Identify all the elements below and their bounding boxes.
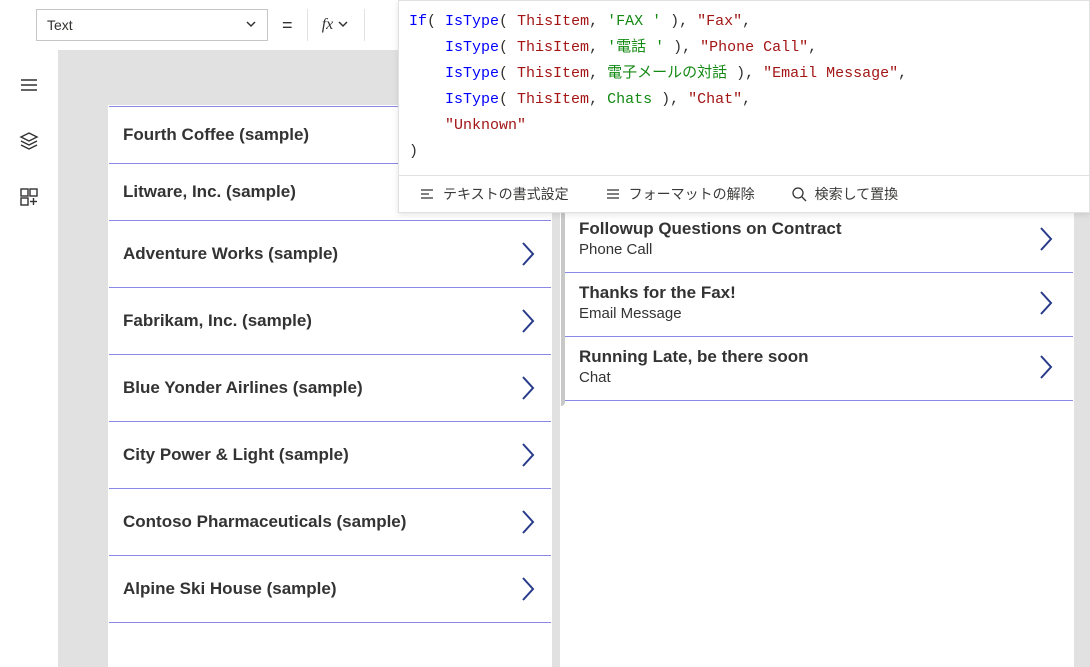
find-replace-label: 検索して置換 xyxy=(815,184,899,204)
chevron-right-icon[interactable] xyxy=(1037,224,1055,254)
components-icon[interactable] xyxy=(19,187,39,207)
chevron-right-icon[interactable] xyxy=(519,239,537,269)
chevron-down-icon xyxy=(337,17,349,33)
formula-editor[interactable]: If( IsType( ThisItem, 'FAX ' ), "Fax", I… xyxy=(399,1,1089,175)
activity-type-label: Phone Call xyxy=(579,241,842,258)
chevron-down-icon xyxy=(245,17,257,33)
list-item[interactable]: Alpine Ski House (sample) xyxy=(109,556,551,623)
chevron-right-icon[interactable] xyxy=(519,507,537,537)
list-item[interactable]: City Power & Light (sample) xyxy=(109,422,551,489)
list-item[interactable]: Blue Yonder Airlines (sample) xyxy=(109,355,551,422)
chevron-right-icon[interactable] xyxy=(519,373,537,403)
remove-format-button[interactable]: フォーマットの解除 xyxy=(605,184,755,204)
activity-type-label: Email Message xyxy=(579,305,736,322)
chevron-right-icon[interactable] xyxy=(519,306,537,336)
list-item[interactable]: Followup Questions on Contract Phone Call xyxy=(561,209,1073,273)
account-title: Litware, Inc. (sample) xyxy=(123,182,296,202)
activity-subject: Followup Questions on Contract xyxy=(579,219,842,239)
account-title: City Power & Light (sample) xyxy=(123,445,349,465)
account-title: Alpine Ski House (sample) xyxy=(123,579,337,599)
formula-toolbar: テキストの書式設定 フォーマットの解除 検索して置換 xyxy=(399,175,1089,212)
activity-subject: Thanks for the Fax! xyxy=(579,283,736,303)
formula-bar-panel: If( IsType( ThisItem, 'FAX ' ), "Fax", I… xyxy=(398,0,1090,213)
format-text-label: テキストの書式設定 xyxy=(443,184,569,204)
property-dropdown-value: Text xyxy=(47,17,73,33)
account-title: Fourth Coffee (sample) xyxy=(123,125,309,145)
remove-format-label: フォーマットの解除 xyxy=(629,184,755,204)
activity-subject: Running Late, be there soon xyxy=(579,347,809,367)
chevron-right-icon[interactable] xyxy=(519,574,537,604)
fx-button[interactable]: fx xyxy=(307,9,365,41)
format-text-button[interactable]: テキストの書式設定 xyxy=(419,184,569,204)
chevron-right-icon[interactable] xyxy=(519,440,537,470)
property-dropdown[interactable]: Text xyxy=(36,9,268,41)
equals-label: = xyxy=(282,15,293,36)
chevron-right-icon[interactable] xyxy=(1037,288,1055,318)
list-item[interactable]: Running Late, be there soon Chat xyxy=(561,337,1073,401)
format-text-icon xyxy=(419,186,435,202)
chevron-right-icon[interactable] xyxy=(1037,352,1055,382)
search-icon xyxy=(791,186,807,202)
fx-icon: fx xyxy=(322,16,334,34)
hamburger-icon[interactable] xyxy=(19,75,39,95)
remove-format-icon xyxy=(605,186,621,202)
side-rail xyxy=(0,50,58,667)
account-title: Adventure Works (sample) xyxy=(123,244,338,264)
find-replace-button[interactable]: 検索して置換 xyxy=(791,184,899,204)
account-title: Fabrikam, Inc. (sample) xyxy=(123,311,312,331)
account-title: Blue Yonder Airlines (sample) xyxy=(123,378,363,398)
list-item[interactable]: Contoso Pharmaceuticals (sample) xyxy=(109,489,551,556)
layers-icon[interactable] xyxy=(19,131,39,151)
list-item[interactable]: Fabrikam, Inc. (sample) xyxy=(109,288,551,355)
activity-type-label: Chat xyxy=(579,369,809,386)
list-item[interactable]: Thanks for the Fax! Email Message xyxy=(561,273,1073,337)
account-title: Contoso Pharmaceuticals (sample) xyxy=(123,512,406,532)
list-item[interactable]: Adventure Works (sample) xyxy=(109,221,551,288)
